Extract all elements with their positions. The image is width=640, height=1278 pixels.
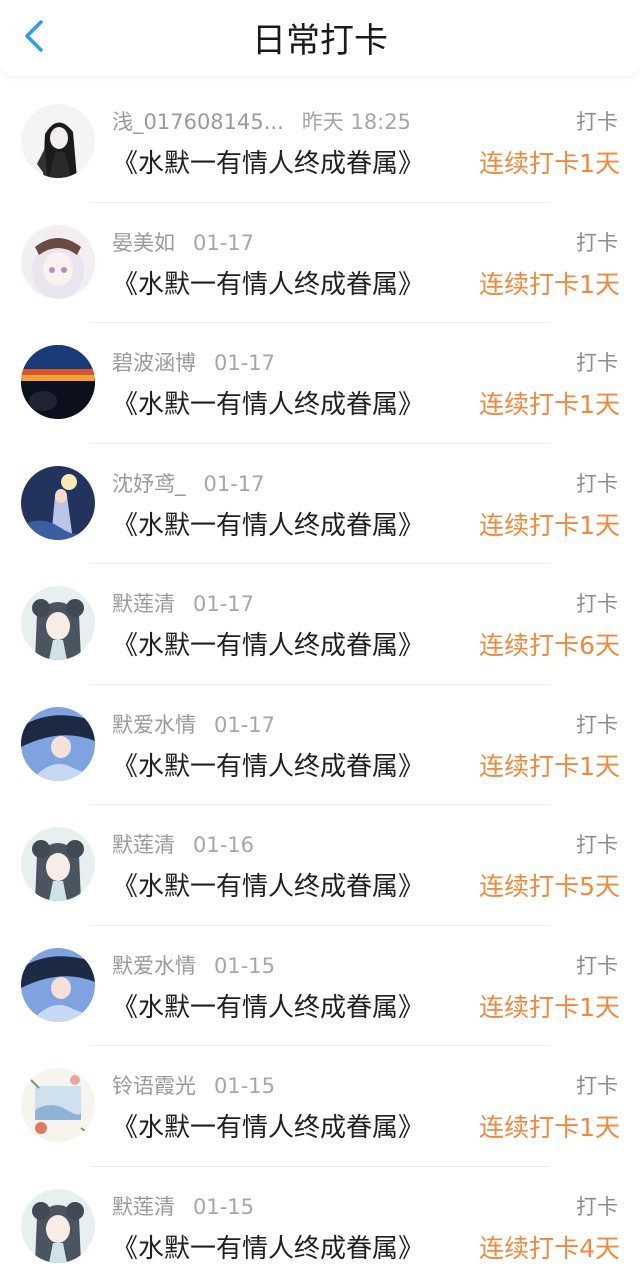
streak-badge: 连续打卡1天 [479,751,620,781]
list-item[interactable]: 默爱水情 01-15 打卡 《水默一有情人终成眷属》 连续打卡1天 [0,926,640,1046]
action-label: 打卡 [576,230,618,255]
action-label: 打卡 [576,471,618,496]
streak-badge: 连续打卡5天 [479,872,620,901]
username[interactable]: 沈妤鸢_ [112,472,186,496]
username[interactable]: 浅_017608145... [112,110,284,134]
streak-badge: 连续打卡1天 [479,149,620,178]
book-title[interactable]: 《水默一有情人终成眷属》 [112,508,424,544]
list-item[interactable]: 默爱水情 01-17 打卡 《水默一有情人终成眷属》 连续打卡1天 [0,685,640,805]
book-title[interactable]: 《水默一有情人终成眷属》 [112,1231,424,1267]
avatar[interactable] [21,465,95,540]
list-item[interactable]: 铃语霞光 01-15 打卡 《水默一有情人终成眷属》 连续打卡1天 [0,1046,640,1167]
username[interactable]: 铃语霞光 [112,1074,196,1098]
streak-badge: 连续打卡1天 [479,1113,620,1142]
page-title: 日常打卡 [252,21,388,61]
avatar[interactable] [21,947,95,1022]
username[interactable]: 碧波涵博 [112,351,196,375]
username[interactable]: 默莲清 [112,592,175,616]
top-bar: 日常打卡 [0,0,640,76]
list-item[interactable]: 默莲清 01-17 打卡 《水默一有情人终成眷属》 连续打卡6天 [0,564,640,685]
streak-badge: 连续打卡1天 [479,510,620,540]
list-item[interactable]: 晏美如 01-17 打卡 《水默一有情人终成眷属》 连续打卡1天 [0,203,640,323]
streak-badge: 连续打卡1天 [479,269,620,299]
action-label: 打卡 [576,110,618,134]
timestamp: 01-17 [193,230,255,255]
book-title[interactable]: 《水默一有情人终成眷属》 [112,267,424,303]
book-title[interactable]: 《水默一有情人终成眷属》 [112,749,424,785]
timestamp: 01-17 [193,592,255,616]
list-item[interactable]: 默莲清 01-15 打卡 《水默一有情人终成眷属》 连续打卡4天 [0,1167,640,1278]
checkin-list: 浅_017608145... 昨天 18:25 打卡 《水默一有情人终成眷属》 连… [0,82,640,1278]
action-label: 打卡 [576,1074,618,1098]
timestamp: 昨天 18:25 [301,110,411,134]
avatar[interactable] [21,104,95,178]
timestamp: 01-17 [214,351,276,375]
avatar[interactable] [21,224,95,299]
avatar[interactable] [21,586,95,660]
list-item[interactable]: 碧波涵博 01-17 打卡 《水默一有情人终成眷属》 连续打卡1天 [0,323,640,444]
book-title[interactable]: 《水默一有情人终成眷属》 [112,628,424,664]
timestamp: 01-16 [193,833,255,857]
username[interactable]: 默爱水情 [112,954,196,978]
avatar[interactable] [21,1068,95,1142]
action-label: 打卡 [576,592,618,616]
list-item[interactable]: 沈妤鸢_ 01-17 打卡 《水默一有情人终成眷属》 连续打卡1天 [0,444,640,564]
book-title[interactable]: 《水默一有情人终成眷属》 [112,990,424,1026]
timestamp: 01-15 [214,1074,276,1098]
book-title[interactable]: 《水默一有情人终成眷属》 [112,1110,424,1146]
action-label: 打卡 [576,712,618,737]
streak-badge: 连续打卡4天 [479,1233,620,1263]
list-item[interactable]: 默莲清 01-16 打卡 《水默一有情人终成眷属》 连续打卡5天 [0,805,640,926]
action-label: 打卡 [576,351,618,375]
book-title[interactable]: 《水默一有情人终成眷属》 [112,869,424,905]
streak-badge: 连续打卡6天 [479,631,620,660]
action-label: 打卡 [576,833,618,857]
avatar[interactable] [21,345,95,419]
timestamp: 01-17 [203,471,265,496]
streak-badge: 连续打卡1天 [479,992,620,1022]
username[interactable]: 默莲清 [112,833,175,857]
action-label: 打卡 [576,1194,618,1219]
username[interactable]: 默爱水情 [112,713,196,737]
timestamp: 01-15 [193,1194,255,1219]
avatar[interactable] [21,827,95,901]
book-title[interactable]: 《水默一有情人终成眷属》 [112,146,424,182]
timestamp: 01-17 [214,712,276,737]
list-item[interactable]: 浅_017608145... 昨天 18:25 打卡 《水默一有情人终成眷属》 连… [0,82,640,203]
username[interactable]: 默莲清 [112,1195,175,1219]
username[interactable]: 晏美如 [112,231,175,255]
avatar[interactable] [21,1188,95,1263]
action-label: 打卡 [576,953,618,978]
checkin-page: 日常打卡 浅_017608145... 昨天 18:25 打卡 《水默一有情人终成… [0,0,640,1278]
book-title[interactable]: 《水默一有情人终成眷属》 [112,387,424,423]
avatar[interactable] [21,706,95,781]
streak-badge: 连续打卡1天 [479,390,620,419]
timestamp: 01-15 [214,953,276,978]
